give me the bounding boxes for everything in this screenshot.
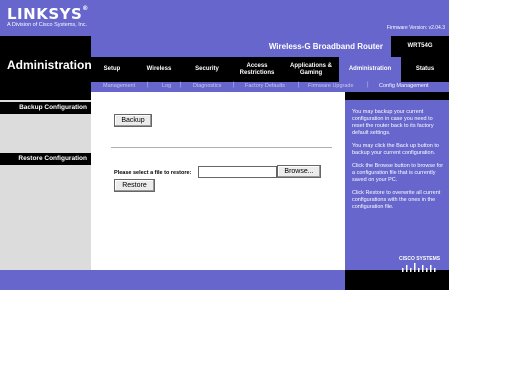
backup-section-label: Backup Configuration — [0, 102, 91, 114]
help-paragraph: You may backup your current configuratio… — [352, 109, 434, 136]
divider-bar — [345, 92, 449, 100]
help-panel: You may backup your current configuratio… — [345, 100, 449, 270]
firmware-version: Firmware Version: v2.04.3 — [386, 25, 445, 31]
section-title-box: Administration — [0, 36, 92, 100]
browse-button[interactable]: Browse... — [277, 165, 321, 178]
subtab-config-management[interactable]: Config Management — [379, 83, 429, 89]
help-paragraph: Click Restore to overwrite all current c… — [352, 190, 441, 210]
page-title: Administration — [7, 58, 92, 72]
restore-button[interactable]: Restore — [114, 179, 155, 192]
subtab-separator: | — [180, 82, 182, 88]
product-bar: Wireless-G Broadband Router WRT54G — [91, 36, 449, 57]
header-bar: LINKSYS® A Division of Cisco Systems, In… — [0, 0, 449, 36]
tab-applications-gaming[interactable]: Applications & Gaming — [285, 57, 337, 82]
tab-security[interactable]: Security — [185, 57, 229, 82]
linksys-logo: LINKSYS® — [7, 5, 89, 23]
cisco-logo-box: CISCO SYSTEMS — [345, 256, 449, 290]
footer-bar — [91, 270, 345, 290]
restore-file-input[interactable] — [198, 166, 277, 178]
cisco-logo: CISCO SYSTEMS — [399, 256, 441, 262]
divider-bar — [0, 92, 91, 100]
restore-file-label: Please select a file to restore: — [114, 170, 192, 176]
section-divider — [111, 147, 332, 148]
subtab-log[interactable]: Log — [162, 83, 171, 89]
subtab-firmware-upgrade[interactable]: Firmware Upgrade — [308, 83, 354, 89]
product-name: Wireless-G Broadband Router — [268, 42, 383, 51]
subtab-separator: | — [233, 82, 235, 88]
section-sidebar: Backup Configuration Restore Configurati… — [0, 100, 91, 270]
main-tabs: Setup Wireless Security Access Restricti… — [91, 57, 449, 82]
subtab-separator: | — [367, 82, 369, 88]
main-content: Backup Please select a file to restore: … — [91, 100, 345, 270]
subtab-separator: | — [298, 82, 300, 88]
tab-administration[interactable]: Administration — [339, 57, 401, 82]
tab-setup[interactable]: Setup — [91, 57, 133, 82]
subtab-management[interactable]: Management — [103, 83, 135, 89]
restore-section-label: Restore Configuration — [0, 153, 91, 165]
subtab-factory-defaults[interactable]: Factory Defaults — [245, 83, 285, 89]
tab-status[interactable]: Status — [401, 57, 449, 82]
subtab-diagnostics[interactable]: Diagnostics — [193, 83, 221, 89]
tab-wireless[interactable]: Wireless — [133, 57, 185, 82]
router-admin-page: LINKSYS® A Division of Cisco Systems, In… — [0, 0, 449, 290]
help-text: You may backup your current configuratio… — [352, 100, 445, 250]
footer-bar — [0, 270, 91, 290]
tab-access-restrictions[interactable]: Access Restrictions — [229, 57, 285, 82]
help-paragraph: You may click the Back up button to back… — [352, 143, 439, 156]
help-paragraph: Click the Browse button to browse for a … — [352, 163, 444, 183]
subtab-separator: | — [147, 82, 149, 88]
model-badge: WRT54G — [391, 36, 449, 57]
backup-button[interactable]: Backup — [114, 114, 152, 127]
sub-tabs: Management | Log | Diagnostics | Factory… — [91, 82, 449, 92]
tagline: A Division of Cisco Systems, Inc. — [7, 22, 88, 28]
cisco-bars-icon — [402, 263, 436, 272]
